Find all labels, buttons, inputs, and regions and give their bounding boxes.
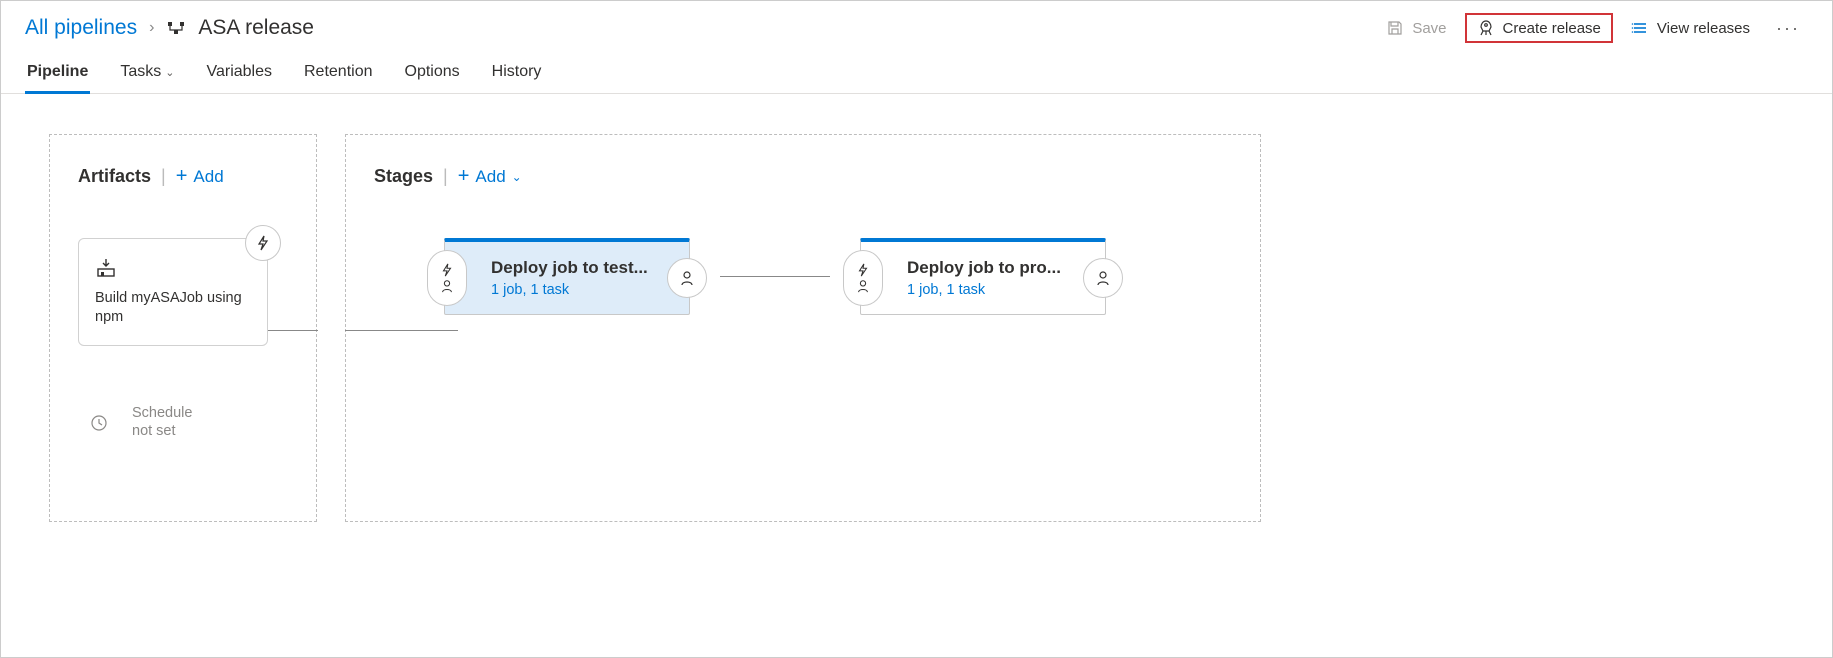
person-icon <box>440 279 454 293</box>
save-label: Save <box>1412 20 1446 37</box>
connector-line <box>268 330 318 331</box>
stage-jobs-link[interactable]: 1 job, 1 task <box>491 282 671 298</box>
pipeline-icon <box>166 18 186 38</box>
clock-icon <box>90 414 108 432</box>
chevron-down-icon: ⌄ <box>165 66 174 79</box>
stages-row: Deploy job to test... 1 job, 1 task Depl… <box>444 238 1232 315</box>
divider: | <box>161 166 166 187</box>
build-icon <box>95 257 251 279</box>
list-icon <box>1631 19 1649 37</box>
tab-bar: Pipeline Tasks⌄ Variables Retention Opti… <box>1 51 1832 94</box>
stage-pre-conditions-badge[interactable] <box>427 250 467 306</box>
stage-post-conditions-badge[interactable] <box>1083 258 1123 298</box>
lightning-icon <box>856 263 870 277</box>
stage-card-prod[interactable]: Deploy job to pro... 1 job, 1 task <box>860 238 1106 315</box>
connector-line <box>345 330 458 331</box>
tab-options[interactable]: Options <box>403 57 462 93</box>
lightning-icon <box>440 263 454 277</box>
stage-post-conditions-badge[interactable] <box>667 258 707 298</box>
plus-icon: + <box>458 165 470 188</box>
create-release-button[interactable]: Create release <box>1465 13 1613 43</box>
tab-retention[interactable]: Retention <box>302 57 375 93</box>
stage-jobs-link[interactable]: 1 job, 1 task <box>907 282 1087 298</box>
stage-name: Deploy job to pro... <box>907 258 1087 278</box>
more-menu-button[interactable]: ··· <box>1768 14 1808 43</box>
artifacts-title: Artifacts <box>78 166 151 187</box>
add-stage-button[interactable]: + Add ⌄ <box>458 165 522 188</box>
save-icon <box>1386 19 1404 37</box>
artifact-card[interactable]: Build myASAJob using npm <box>78 238 268 346</box>
stage-card-test[interactable]: Deploy job to test... 1 job, 1 task <box>444 238 690 315</box>
page-title: ASA release <box>198 16 314 40</box>
stages-title: Stages <box>374 166 433 187</box>
plus-icon: + <box>176 165 188 188</box>
add-artifact-button[interactable]: + Add <box>176 165 224 188</box>
save-button: Save <box>1376 13 1456 43</box>
more-icon: ··· <box>1776 18 1800 39</box>
person-icon <box>856 279 870 293</box>
view-releases-button[interactable]: View releases <box>1621 13 1760 43</box>
create-release-label: Create release <box>1503 20 1601 37</box>
chevron-down-icon: ⌄ <box>512 170 522 184</box>
person-icon <box>679 270 695 286</box>
tab-variables[interactable]: Variables <box>204 57 274 93</box>
schedule-badge <box>78 402 120 444</box>
tab-pipeline[interactable]: Pipeline <box>25 57 90 93</box>
breadcrumb-root-link[interactable]: All pipelines <box>25 16 137 40</box>
rocket-icon <box>1477 19 1495 37</box>
schedule-label: Schedule not set <box>132 405 192 440</box>
tab-history[interactable]: History <box>490 57 544 93</box>
artifacts-header: Artifacts | + Add <box>78 165 288 188</box>
stages-panel: Stages | + Add ⌄ Deploy job to test... 1… <box>345 134 1261 522</box>
stages-header: Stages | + Add ⌄ <box>374 165 1232 188</box>
artifacts-panel: Artifacts | + Add Build myASAJob using n… <box>49 134 317 522</box>
lightning-icon <box>255 235 271 251</box>
connector-line <box>720 276 830 277</box>
artifact-name: Build myASAJob using npm <box>95 289 251 327</box>
artifact-trigger-badge[interactable] <box>245 225 281 261</box>
person-icon <box>1095 270 1111 286</box>
stage-pre-conditions-badge[interactable] <box>843 250 883 306</box>
breadcrumb: All pipelines › ASA release <box>25 16 314 40</box>
chevron-right-icon: › <box>149 19 154 37</box>
tab-tasks[interactable]: Tasks⌄ <box>118 57 176 93</box>
header-actions: Save Create release View releases ··· <box>1376 13 1808 43</box>
stage-name: Deploy job to test... <box>491 258 671 278</box>
page-header: All pipelines › ASA release Save Create … <box>1 1 1832 51</box>
divider: | <box>443 166 448 187</box>
schedule-row[interactable]: Schedule not set <box>78 402 288 444</box>
pipeline-canvas: Artifacts | + Add Build myASAJob using n… <box>1 94 1832 562</box>
view-releases-label: View releases <box>1657 20 1750 37</box>
